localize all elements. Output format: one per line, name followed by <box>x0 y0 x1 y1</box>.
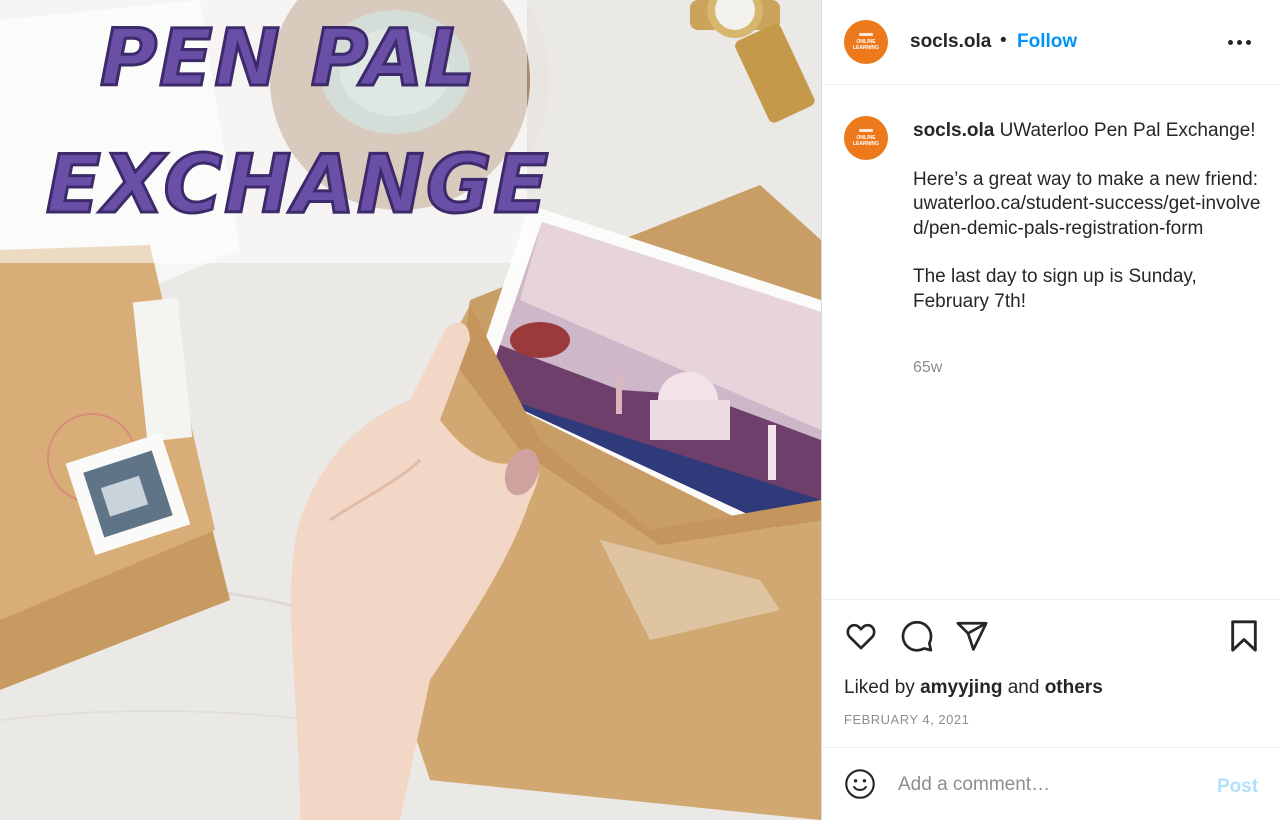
caption-paragraph-2: Here’s a great way to make a new friend:… <box>913 168 1261 239</box>
avatar-text-2: LEARNING <box>852 141 880 147</box>
share-icon[interactable] <box>955 619 989 658</box>
heart-icon[interactable] <box>844 619 878 658</box>
post-header: ONLINE LEARNING socls.ola • Follow <box>822 0 1280 85</box>
more-horizontal-icon[interactable] <box>1228 40 1252 46</box>
action-bar: Liked by amyyjing and others FEBRUARY 4,… <box>822 599 1280 747</box>
comment-form: Post <box>822 747 1280 820</box>
caption-avatar[interactable]: ONLINE LEARNING <box>844 116 888 160</box>
username-link[interactable]: socls.ola <box>910 31 991 53</box>
liked-by-user-link[interactable]: amyyjing <box>920 677 1002 698</box>
liked-by-and: and <box>1007 677 1040 698</box>
comment-icon[interactable] <box>900 619 934 658</box>
avatar[interactable]: ONLINE LEARNING <box>844 20 888 64</box>
post-sidebar: ONLINE LEARNING socls.ola • Follow ONLIN… <box>821 0 1280 820</box>
follow-button[interactable]: Follow <box>1017 31 1077 53</box>
bookmark-icon[interactable] <box>1229 619 1259 658</box>
post-comment-button[interactable]: Post <box>1217 776 1258 798</box>
liked-by-prefix: Liked by <box>844 677 915 698</box>
title-line-1: PEN PAL <box>99 13 477 106</box>
emoji-icon[interactable] <box>844 768 876 805</box>
caption-username-link[interactable]: socls.ola <box>913 120 994 141</box>
avatar-logo-mark <box>859 33 873 36</box>
post-image[interactable]: PEN PAL EXCHANGE <box>0 0 821 820</box>
avatar-text-2: LEARNING <box>852 45 880 51</box>
post-date[interactable]: FEBRUARY 4, 2021 <box>844 712 969 727</box>
caption-line-1: UWaterloo Pen Pal Exchange! <box>999 120 1256 141</box>
title-line-2: EXCHANGE <box>44 137 551 233</box>
caption-text: socls.ola UWaterloo Pen Pal Exchange! He… <box>913 119 1268 314</box>
likes-summary: Liked by amyyjing and others <box>844 677 1103 699</box>
post-time[interactable]: 65w <box>913 359 942 377</box>
comment-input[interactable] <box>898 770 1198 800</box>
avatar-logo-mark <box>859 129 873 132</box>
liked-by-others-link[interactable]: others <box>1045 677 1103 698</box>
separator-dot: • <box>1000 30 1007 51</box>
caption-paragraph-3: The last day to sign up is Sunday, Febru… <box>913 266 1197 312</box>
